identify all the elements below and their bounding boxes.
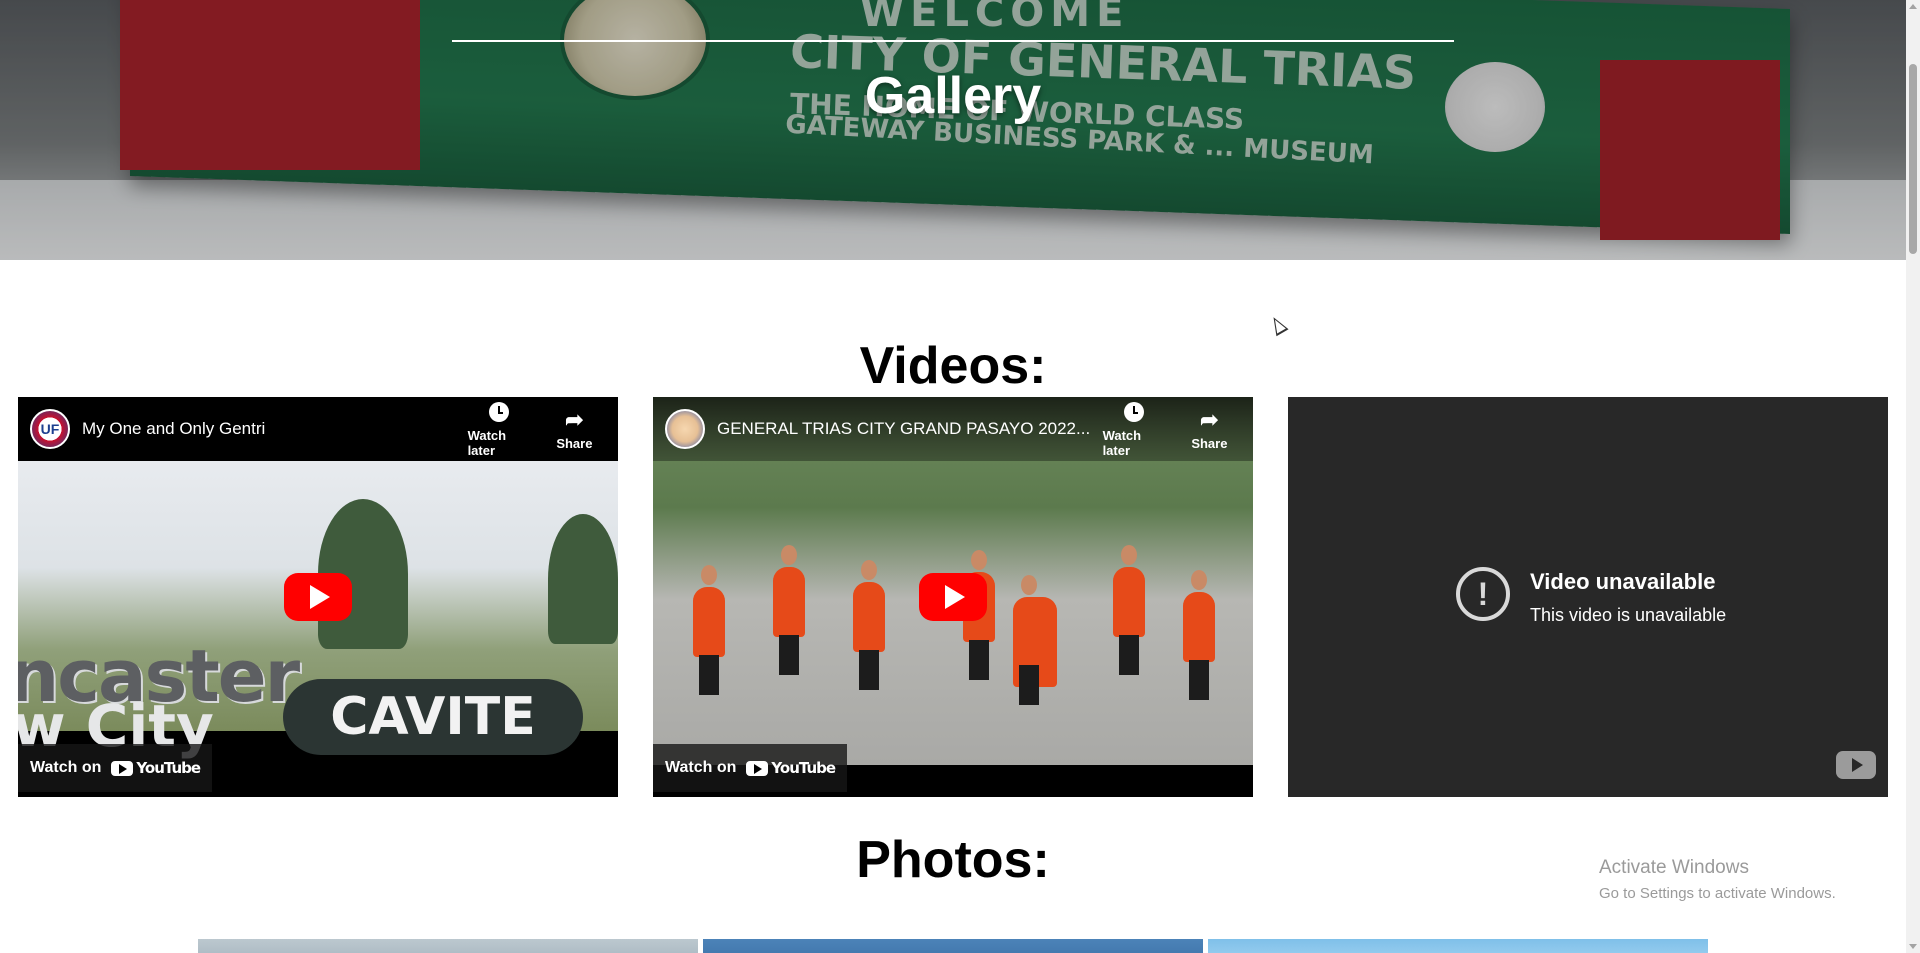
video-title[interactable]: GENERAL TRIAS CITY GRAND PASAYO 2022... [717,419,1091,439]
youtube-icon[interactable] [1836,751,1876,779]
channel-avatar[interactable] [665,409,705,449]
watch-later-button[interactable]: Watch later [468,400,531,458]
unavailable-text: This video is unavailable [1530,605,1727,625]
share-label: Share [1191,435,1228,451]
exclamation-icon: ! [1456,567,1510,621]
watermark-title: Activate Windows [1599,857,1749,878]
watch-later-label: Watch later [1102,428,1142,458]
video-unavailable-message: ! Video unavailable This video is unavai… [1456,567,1726,626]
watch-later-button[interactable]: Watch later [1103,400,1166,458]
watch-on-label: Watch on [30,759,102,776]
youtube-logo-icon: YouTube [111,759,201,777]
clock-icon [489,402,510,422]
share-icon: ➦ [1200,406,1219,432]
scrollbar-thumb[interactable] [1909,64,1917,254]
video-header-bar: UF My One and Only Gentri Watch later ➦ … [18,397,618,461]
watch-later-label: Watch later [467,428,507,458]
thumb-dancer [693,565,725,695]
video-header-bar: GENERAL TRIAS CITY GRAND PASAYO 2022... … [653,397,1253,461]
videos-heading: Videos: [859,337,1047,395]
share-button[interactable]: ➦ Share [1178,406,1241,451]
youtube-logo-icon: YouTube [746,759,836,777]
gallery-photo[interactable] [703,939,1203,953]
hero-banner: WELCOME CITY OF GENERAL TRIAS THE HOME O… [0,0,1906,260]
gallery-photo[interactable] [1208,939,1708,953]
thumb-dancer [1183,570,1215,700]
page-title: Gallery [864,67,1042,125]
play-button[interactable] [284,573,352,621]
mouse-pointer-icon [1267,313,1289,337]
watch-on-youtube-button[interactable]: Watch on YouTube [653,744,848,792]
hero-overlay [0,0,1906,260]
play-button[interactable] [919,573,987,621]
video-embed-1[interactable]: ncaster w City CAVITE UF My One and Only… [18,397,618,797]
thumb-tree [548,514,618,644]
video-embed-3[interactable]: ! Video unavailable This video is unavai… [1288,397,1888,797]
video-title[interactable]: My One and Only Gentri [82,419,456,439]
video-embed-2[interactable]: GENERAL TRIAS CITY GRAND PASAYO 2022... … [653,397,1253,797]
share-icon: ➦ [565,406,584,432]
channel-avatar[interactable]: UF [30,409,70,449]
gallery-photo[interactable] [198,939,698,953]
watch-on-label: Watch on [665,759,737,776]
scroll-up-arrow-icon[interactable] [1909,4,1917,9]
thumb-dancer [773,545,805,675]
watermark-subtitle: Go to Settings to activate Windows. [1599,885,1836,902]
share-label: Share [556,435,593,451]
watch-on-youtube-button[interactable]: Watch on YouTube [18,744,213,792]
clock-icon [1124,402,1145,422]
thumb-cavite-sign: CAVITE [283,679,583,755]
thumb-dancer [1113,545,1145,675]
share-button[interactable]: ➦ Share [543,406,606,451]
page-scrollbar[interactable] [1906,0,1920,953]
unavailable-title: Video unavailable [1530,569,1716,594]
scroll-down-arrow-icon[interactable] [1909,944,1917,949]
activate-windows-watermark: Activate Windows Go to Settings to activ… [1599,857,1836,902]
thumb-dancer [1013,575,1057,705]
page: WELCOME CITY OF GENERAL TRIAS THE HOME O… [0,0,1920,953]
thumb-dancer [853,560,885,690]
hero-divider [452,40,1454,42]
